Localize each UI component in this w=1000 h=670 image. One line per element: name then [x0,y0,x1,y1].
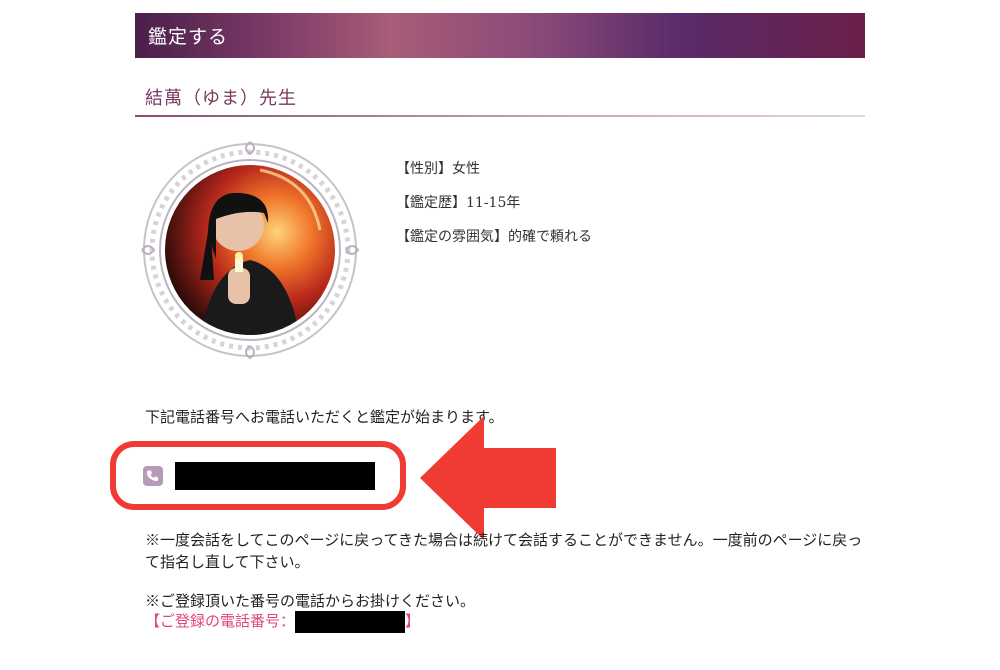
profile-gender: 【性別】女性 [396,158,592,192]
phone-icon [143,466,163,486]
profile-atmosphere: 【鑑定の雰囲気】的確で頼れる [396,226,592,260]
teacher-portrait [141,141,360,360]
registered-phone-value [295,611,406,634]
phone-number-link[interactable] [175,462,375,490]
registered-label: 【ご登録の電話番号： [145,613,296,630]
profile-experience: 【鑑定歴】11-15年 [396,192,592,226]
divider [135,115,865,117]
header-bar [135,13,865,58]
profile-list: 【性別】女性 【鑑定歴】11-15年 【鑑定の雰囲気】的確で頼れる [396,158,592,260]
profile-value: 女性 [452,161,480,177]
notice-second: ※ご登録頂いた番号の電話からお掛けください。 [145,593,476,610]
registered-close: 】 [405,613,421,630]
pointer-arrow-icon [420,416,556,540]
profile-value: 的確で頼れる [508,229,592,245]
profile-label: 【鑑定の雰囲気】 [396,229,508,245]
notice-first: ※一度会話をしてこのページに戻ってきた場合は続けて会話することができません。一度… [145,532,863,571]
registered-phone: 【ご登録の電話番号： 】 [145,610,421,634]
profile-label: 【鑑定歴】 [396,195,466,211]
profile-value: 11-15年 [466,195,521,211]
profile-label: 【性別】 [396,161,452,177]
teacher-name: 結萬（ゆま）先生 [145,88,297,109]
page-title: 鑑定する [148,26,229,48]
